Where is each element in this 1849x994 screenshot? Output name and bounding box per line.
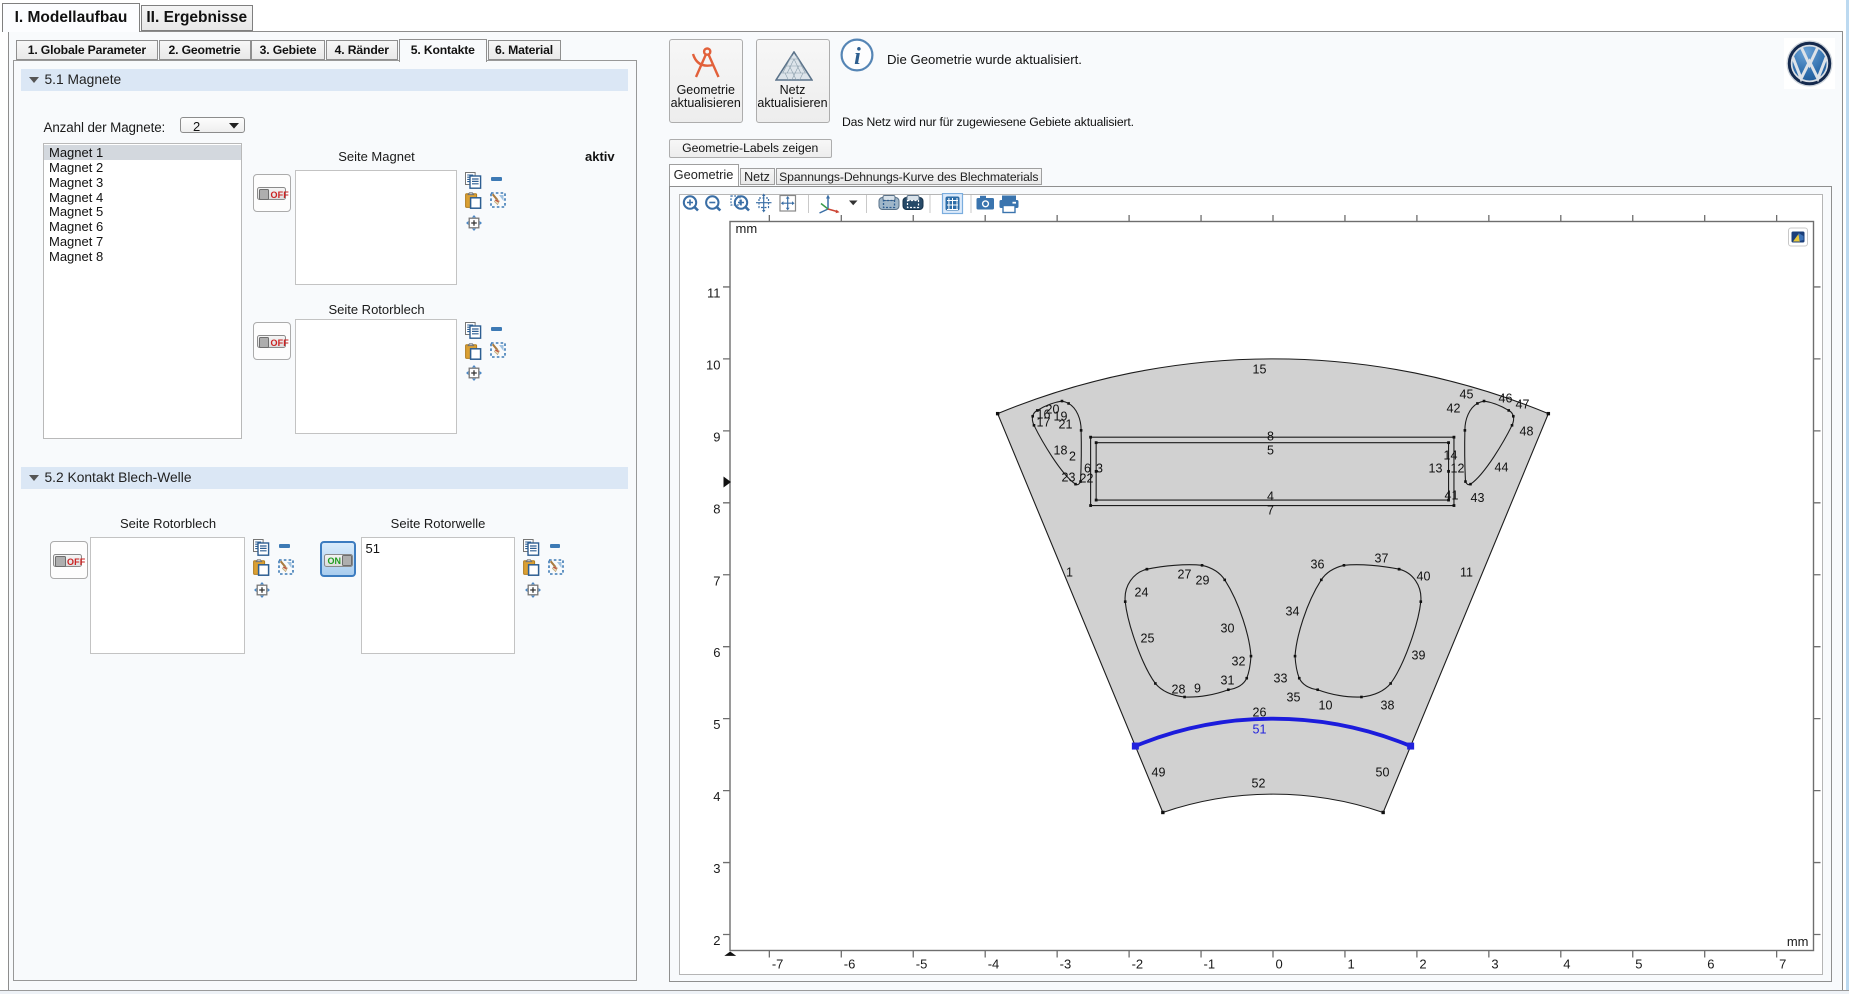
svg-text:1: 1 — [1066, 566, 1073, 580]
svg-text:28: 28 — [1171, 683, 1185, 697]
svg-text:4: 4 — [1267, 490, 1274, 504]
svg-text:10: 10 — [1318, 699, 1332, 713]
svg-text:32: 32 — [1231, 655, 1245, 669]
svg-text:7: 7 — [1267, 504, 1274, 518]
svg-text:9: 9 — [713, 429, 720, 444]
svg-text:10: 10 — [706, 357, 720, 372]
svg-text:11: 11 — [1460, 566, 1473, 580]
svg-text:5: 5 — [713, 717, 720, 732]
svg-text:33: 33 — [1273, 672, 1287, 686]
svg-text:20: 20 — [1045, 403, 1059, 417]
svg-text:31: 31 — [1220, 674, 1234, 688]
svg-text:4: 4 — [1563, 957, 1570, 972]
svg-text:7: 7 — [713, 573, 720, 588]
svg-text:48: 48 — [1519, 425, 1533, 439]
svg-text:15: 15 — [1252, 363, 1266, 377]
svg-text:34: 34 — [1285, 605, 1299, 619]
svg-text:30: 30 — [1220, 622, 1234, 636]
svg-text:38: 38 — [1380, 699, 1394, 713]
svg-text:4: 4 — [713, 789, 720, 804]
svg-text:44: 44 — [1494, 461, 1508, 475]
svg-text:mm: mm — [1786, 934, 1808, 949]
svg-text:18: 18 — [1053, 444, 1067, 458]
svg-text:49: 49 — [1151, 766, 1165, 780]
svg-text:45: 45 — [1459, 388, 1473, 402]
svg-text:39: 39 — [1411, 649, 1425, 663]
svg-text:6: 6 — [713, 645, 720, 660]
svg-text:7: 7 — [1779, 957, 1786, 972]
svg-text:-4: -4 — [987, 957, 999, 972]
svg-text:21: 21 — [1058, 418, 1072, 432]
svg-text:25: 25 — [1140, 632, 1154, 646]
svg-text:-7: -7 — [771, 957, 783, 972]
svg-text:3: 3 — [1491, 957, 1498, 972]
svg-text:11: 11 — [707, 285, 721, 300]
svg-text:22: 22 — [1079, 472, 1093, 486]
svg-text:2: 2 — [1069, 450, 1076, 464]
svg-text:9: 9 — [1194, 682, 1201, 696]
svg-text:3: 3 — [713, 861, 720, 876]
svg-text:40: 40 — [1416, 570, 1430, 584]
svg-text:27: 27 — [1177, 568, 1191, 582]
svg-text:51: 51 — [1252, 723, 1266, 737]
svg-text:29: 29 — [1195, 574, 1209, 588]
svg-text:37: 37 — [1374, 552, 1388, 566]
svg-text:8: 8 — [1267, 430, 1274, 444]
svg-text:52: 52 — [1251, 777, 1265, 791]
svg-text:-2: -2 — [1131, 957, 1143, 972]
svg-text:0: 0 — [1275, 957, 1282, 972]
svg-text:-5: -5 — [915, 957, 927, 972]
svg-text:17: 17 — [1036, 416, 1050, 430]
svg-text:23: 23 — [1061, 471, 1075, 485]
svg-text:43: 43 — [1470, 491, 1484, 505]
svg-text:36: 36 — [1310, 558, 1324, 572]
svg-text:35: 35 — [1286, 691, 1300, 705]
svg-text:5: 5 — [1267, 444, 1274, 458]
svg-text:6: 6 — [1707, 957, 1714, 972]
svg-text:47: 47 — [1515, 398, 1529, 412]
svg-text:42: 42 — [1446, 402, 1460, 416]
svg-text:-3: -3 — [1059, 957, 1071, 972]
svg-text:46: 46 — [1498, 392, 1512, 406]
svg-text:2: 2 — [1419, 957, 1426, 972]
svg-text:-6: -6 — [843, 957, 855, 972]
svg-text:1: 1 — [1347, 957, 1354, 972]
svg-text:24: 24 — [1134, 586, 1148, 600]
svg-text:41: 41 — [1444, 489, 1458, 503]
svg-text:12: 12 — [1450, 462, 1464, 476]
svg-text:50: 50 — [1375, 766, 1389, 780]
svg-text:-1: -1 — [1203, 957, 1215, 972]
svg-text:26: 26 — [1252, 706, 1266, 720]
svg-text:13: 13 — [1428, 462, 1442, 476]
svg-text:2: 2 — [713, 933, 720, 948]
svg-text:8: 8 — [713, 501, 720, 516]
svg-text:14: 14 — [1443, 449, 1457, 463]
svg-text:5: 5 — [1635, 957, 1642, 972]
svg-text:3: 3 — [1096, 462, 1103, 476]
svg-text:mm: mm — [735, 221, 757, 236]
